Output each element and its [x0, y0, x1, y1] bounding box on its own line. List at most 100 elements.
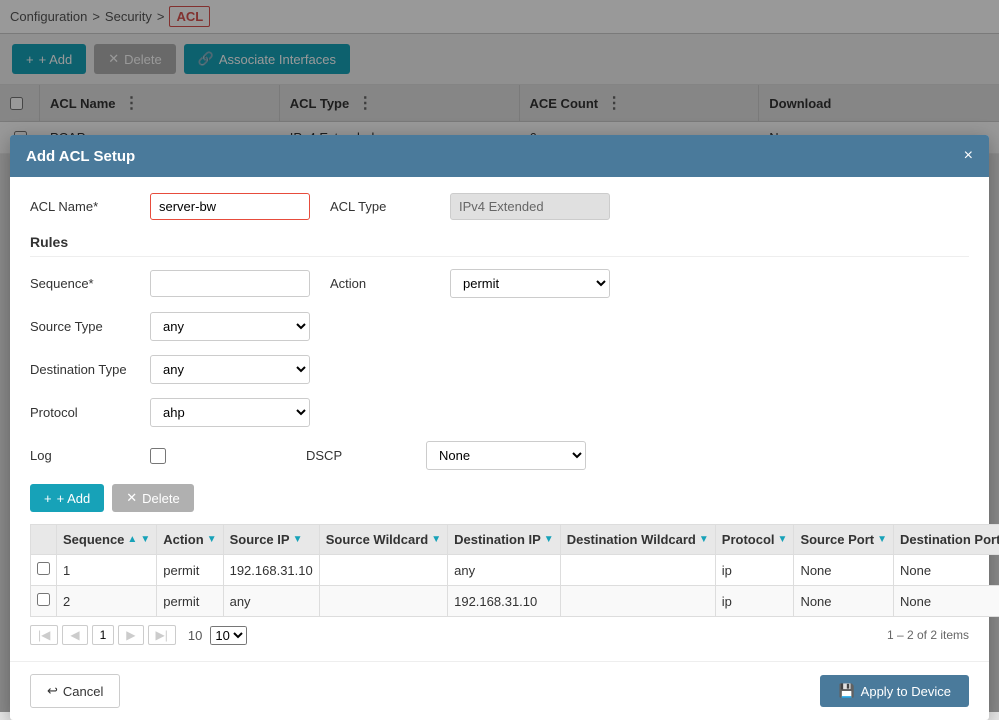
action-group: Action permit deny — [330, 269, 610, 298]
th-source-port: Source Port ▼ — [794, 525, 894, 555]
row-checkbox-cell — [31, 555, 57, 586]
th-dest-ip-label: Destination IP — [454, 532, 541, 547]
row-action: permit — [157, 555, 223, 586]
th-dest-ip: Destination IP ▼ — [448, 525, 561, 555]
row-protocol: ip — [715, 555, 794, 586]
inner-delete-button[interactable]: ✕ Delete — [112, 484, 193, 512]
row-dest-ip: any — [448, 555, 561, 586]
row-select-checkbox[interactable] — [37, 562, 50, 575]
dest-ip-filter-icon[interactable]: ▼ — [544, 534, 554, 545]
action-select[interactable]: permit deny — [450, 269, 610, 298]
sequence-filter-icon[interactable]: ▼ — [140, 534, 150, 545]
close-button[interactable]: × — [964, 147, 973, 165]
th-sequence: Sequence ▲ ▼ — [57, 525, 157, 555]
th-source-ip-label: Source IP — [230, 532, 290, 547]
sequence-action-row: Sequence* Action permit deny — [30, 269, 969, 298]
protocol-filter-icon[interactable]: ▼ — [778, 534, 788, 545]
th-source-ip: Source IP ▼ — [223, 525, 319, 555]
inner-add-label: + Add — [57, 491, 91, 506]
th-dest-port-label: Destination Port — [900, 532, 999, 547]
row-source-wildcard — [319, 555, 447, 586]
th-protocol: Protocol ▼ — [715, 525, 794, 555]
acl-name-input[interactable] — [150, 193, 310, 220]
source-ip-filter-icon[interactable]: ▼ — [293, 534, 303, 545]
row-action: permit — [157, 586, 223, 617]
apply-button[interactable]: 💾 Apply to Device — [820, 675, 969, 707]
row-select-checkbox[interactable] — [37, 593, 50, 606]
modal-header: Add ACL Setup × — [10, 135, 989, 177]
action-filter-icon[interactable]: ▼ — [207, 534, 217, 545]
log-dscp-row: Log DSCP None AF11 AF12 EF — [30, 441, 969, 470]
dscp-label: DSCP — [306, 448, 416, 463]
current-page: 1 — [92, 625, 115, 645]
row-dest-wildcard — [560, 555, 715, 586]
inner-add-button[interactable]: + + Add — [30, 484, 104, 512]
row-dest-ip: 192.168.31.10 — [448, 586, 561, 617]
dscp-select[interactable]: None AF11 AF12 EF — [426, 441, 586, 470]
source-type-group: Source Type any host network — [30, 312, 310, 341]
row-source-port: None — [794, 555, 894, 586]
row-checkbox-cell — [31, 586, 57, 617]
sequence-input[interactable] — [150, 270, 310, 297]
action-label: Action — [330, 276, 440, 291]
add-acl-modal: Add ACL Setup × ACL Name* ACL Type Rules… — [10, 135, 989, 720]
source-port-filter-icon[interactable]: ▼ — [877, 534, 887, 545]
row-dest-port: None — [894, 555, 999, 586]
row-sequence: 2 — [57, 586, 157, 617]
protocol-select[interactable]: ahp tcp udp icmp ip — [150, 398, 310, 427]
modal-body: ACL Name* ACL Type Rules Sequence* Actio… — [10, 177, 989, 661]
modal-footer: ↩ Cancel 💾 Apply to Device — [10, 661, 989, 720]
th-dest-port: Destination Port ▼ — [894, 525, 999, 555]
rules-table-body: 1 permit 192.168.31.10 any ip None None … — [31, 555, 999, 617]
log-checkbox-area — [150, 448, 166, 464]
th-checkbox — [31, 525, 57, 555]
pagination: |◀ ◀ 1 ▶ ▶| 10 10 25 50 1 – 2 of 2 items — [30, 625, 969, 645]
row-protocol: ip — [715, 586, 794, 617]
sequence-label: Sequence* — [30, 276, 140, 291]
pagination-info: 1 – 2 of 2 items — [887, 628, 969, 642]
acl-type-group: ACL Type — [330, 193, 610, 220]
log-checkbox[interactable] — [150, 448, 166, 464]
cancel-button[interactable]: ↩ Cancel — [30, 674, 120, 708]
inner-delete-label: Delete — [142, 491, 180, 506]
th-source-wildcard-label: Source Wildcard — [326, 532, 428, 547]
source-wildcard-filter-icon[interactable]: ▼ — [431, 534, 441, 545]
acl-type-label: ACL Type — [330, 199, 440, 214]
next-page-button[interactable]: ▶ — [118, 625, 143, 645]
row-sequence: 1 — [57, 555, 157, 586]
th-protocol-label: Protocol — [722, 532, 775, 547]
acl-name-label: ACL Name* — [30, 199, 140, 214]
dest-type-row: Destination Type any host network — [30, 355, 969, 384]
th-action-label: Action — [163, 532, 203, 547]
protocol-label: Protocol — [30, 405, 140, 420]
per-page-select[interactable]: 10 25 50 — [210, 626, 247, 645]
source-type-row: Source Type any host network — [30, 312, 969, 341]
cancel-label: Cancel — [63, 684, 103, 699]
dest-type-label: Destination Type — [30, 362, 140, 377]
modal-title: Add ACL Setup — [26, 148, 135, 165]
sequence-group: Sequence* — [30, 270, 310, 297]
log-label: Log — [30, 448, 140, 463]
row-dest-wildcard — [560, 586, 715, 617]
sort-up-icon[interactable]: ▲ — [127, 534, 137, 545]
acl-name-group: ACL Name* — [30, 193, 310, 220]
protocol-row: Protocol ahp tcp udp icmp ip — [30, 398, 969, 427]
acl-type-display — [450, 193, 610, 220]
first-page-button[interactable]: |◀ — [30, 625, 58, 645]
rules-table-head: Sequence ▲ ▼ Action ▼ Source IP — [31, 525, 999, 555]
protocol-group: Protocol ahp tcp udp icmp ip — [30, 398, 310, 427]
source-type-select[interactable]: any host network — [150, 312, 310, 341]
row-source-ip: 192.168.31.10 — [223, 555, 319, 586]
th-source-wildcard: Source Wildcard ▼ — [319, 525, 447, 555]
dest-type-select[interactable]: any host network — [150, 355, 310, 384]
last-page-button[interactable]: ▶| — [148, 625, 176, 645]
log-group: Log — [30, 448, 166, 464]
inner-toolbar: + + Add ✕ Delete — [30, 484, 969, 512]
dest-type-group: Destination Type any host network — [30, 355, 310, 384]
prev-page-button[interactable]: ◀ — [62, 625, 87, 645]
dest-wildcard-filter-icon[interactable]: ▼ — [699, 534, 709, 545]
rules-table-header-row: Sequence ▲ ▼ Action ▼ Source IP — [31, 525, 999, 555]
row-source-ip: any — [223, 586, 319, 617]
th-dest-wildcard-label: Destination Wildcard — [567, 532, 696, 547]
inner-delete-icon: ✕ — [126, 490, 137, 506]
